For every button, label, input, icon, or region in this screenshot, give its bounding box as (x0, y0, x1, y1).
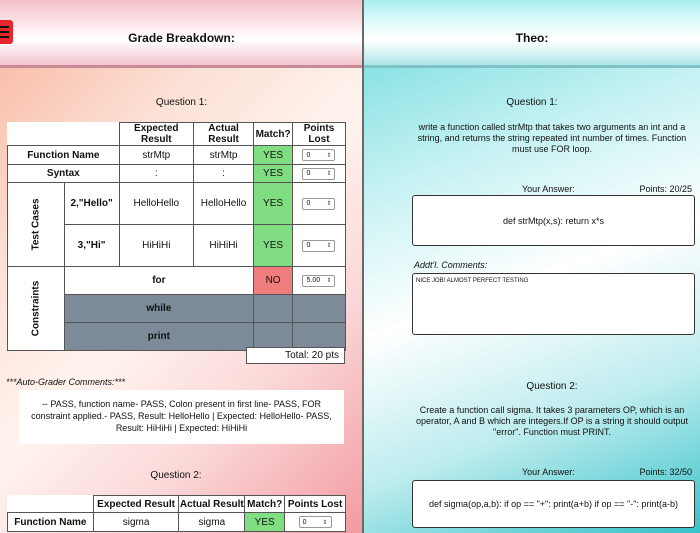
stepper-arrows-icon[interactable]: ⇕ (326, 170, 331, 177)
row-label: Function Name (7, 145, 120, 165)
column-header: Points Lost (284, 495, 346, 513)
stepper-arrows-icon[interactable]: ⇕ (326, 277, 331, 284)
stepper-value: 0 (306, 200, 311, 208)
points-lost-stepper[interactable]: 5.00 ⇕ (302, 274, 336, 287)
constraint-label: for (63, 266, 255, 295)
stepper-value: 5.00 (306, 277, 321, 285)
answer-label: Your Answer: (522, 467, 575, 477)
points-lost-stepper[interactable]: 0 ⇕ (302, 149, 336, 162)
stepper-value: 0 (302, 518, 307, 526)
question-1-title: Question 1: (155, 97, 208, 108)
page-title: Grade Breakdown: (128, 31, 235, 45)
student-panel: Theo: Question 1: write a function calle… (364, 0, 700, 533)
match-cell: YES (253, 224, 293, 267)
match-cell: YES (244, 512, 286, 532)
table-row: Syntax : : YES 0 ⇕ (7, 164, 347, 183)
column-header: Expected Result (92, 495, 180, 513)
match-cell: YES (253, 164, 293, 183)
stepper-arrows-icon[interactable]: ⇕ (326, 200, 331, 207)
expected-cell: : (118, 164, 194, 183)
right-header: Theo: (364, 0, 700, 68)
test-input-cell: 2,"Hello" (63, 182, 120, 225)
points-lost-cell: 0 ⇕ (291, 182, 347, 225)
table-row: Test Cases 2,"Hello" HelloHello HelloHel… (7, 182, 347, 267)
column-header: Match? (253, 122, 293, 146)
actual-cell: HelloHello (192, 182, 255, 225)
column-header: Points Lost (291, 122, 347, 146)
grade-breakdown-panel: Grade Breakdown: Question 1: Expected Re… (0, 0, 363, 533)
left-header: Grade Breakdown: (0, 0, 363, 68)
question-2-grade-table: Expected Result Actual Result Match? Poi… (7, 495, 346, 532)
points-lost-cell (291, 294, 347, 323)
auto-grader-label: ***Auto-Grader Comments:*** (6, 377, 126, 387)
comments-textarea[interactable]: NICE JOB! ALMOST PERFECT TESTING (412, 273, 695, 335)
question-1-title: Question 1: (506, 97, 558, 108)
column-header: Actual Result (178, 495, 246, 513)
expected-cell: HelloHello (118, 182, 194, 225)
column-header: Actual Result (192, 122, 255, 146)
points-lost-cell: 0 ⇕ (291, 224, 347, 267)
constraint-label: while (63, 294, 255, 323)
stepper-value: 0 (306, 151, 311, 159)
total-points: Total: 20 pts (246, 347, 345, 364)
expected-cell: sigma (92, 512, 180, 532)
match-cell (253, 294, 293, 323)
actual-cell: strMtp (192, 145, 255, 165)
question-2-title: Question 2: (150, 470, 202, 481)
question-2-points: Points: 32/50 (639, 467, 692, 477)
question-1-points: Points: 20/25 (639, 184, 692, 194)
constraints-label: Constraints (7, 266, 65, 351)
match-cell: YES (253, 145, 293, 165)
comments-label: Addt'l. Comments: (414, 260, 488, 270)
question-2-title: Question 2: (526, 381, 578, 392)
stepper-value: 0 (306, 170, 311, 178)
constraint-label: print (63, 322, 255, 351)
column-header: Match? (244, 495, 286, 513)
points-lost-stepper[interactable]: 0 ⇕ (302, 197, 336, 210)
stepper-arrows-icon[interactable]: ⇕ (323, 519, 328, 526)
points-lost-cell: 5.00 ⇕ (291, 266, 347, 295)
table-corner (7, 122, 120, 146)
answer-label: Your Answer: (522, 184, 575, 194)
points-lost-stepper[interactable]: 0 ⇕ (298, 516, 332, 529)
question-1-answer: def strMtp(x,s): return x*s (412, 195, 695, 246)
row-label: Syntax (7, 164, 120, 183)
student-name: Theo: (515, 31, 549, 45)
stepper-value: 0 (306, 242, 311, 250)
actual-cell: sigma (178, 512, 246, 532)
expected-cell: strMtp (118, 145, 194, 165)
match-cell: YES (253, 182, 293, 225)
question-1-prompt: write a function called strMtp that take… (417, 122, 687, 154)
actual-cell: : (192, 164, 255, 183)
stepper-arrows-icon[interactable]: ⇕ (326, 152, 331, 159)
column-header: Expected Result (118, 122, 194, 146)
expected-cell: HiHiHi (118, 224, 194, 267)
question-2-answer: def sigma(op,a,b): if op == "+": print(a… (412, 480, 695, 528)
test-input-cell: 3,"Hi" (63, 224, 120, 267)
menu-icon-bar (0, 26, 9, 28)
row-label: Function Name (7, 512, 94, 532)
stepper-arrows-icon[interactable]: ⇕ (326, 242, 331, 249)
table-row: Constraints for NO 5.00 ⇕ (7, 266, 347, 351)
table-row: Function Name strMtp strMtp YES 0 ⇕ (7, 145, 347, 165)
match-cell: NO (253, 266, 293, 295)
test-cases-label: Test Cases (7, 182, 65, 267)
points-lost-stepper[interactable]: 0 ⇕ (302, 239, 336, 252)
question-1-grade-table: Expected Result Actual Result Match? Poi… (7, 122, 347, 351)
auto-grader-comments: -- PASS, function name- PASS, Colon pres… (19, 390, 344, 444)
table-row: Function Name sigma sigma YES 0 ⇕ (7, 512, 346, 532)
table-corner (7, 495, 94, 513)
question-2-prompt: Create a function call sigma. It takes 3… (416, 405, 688, 437)
points-lost-cell: 0 ⇕ (284, 512, 346, 532)
points-lost-stepper[interactable]: 0 ⇕ (302, 167, 336, 180)
points-lost-cell: 0 ⇕ (291, 164, 347, 183)
actual-cell: HiHiHi (192, 224, 255, 267)
points-lost-cell: 0 ⇕ (291, 145, 347, 165)
